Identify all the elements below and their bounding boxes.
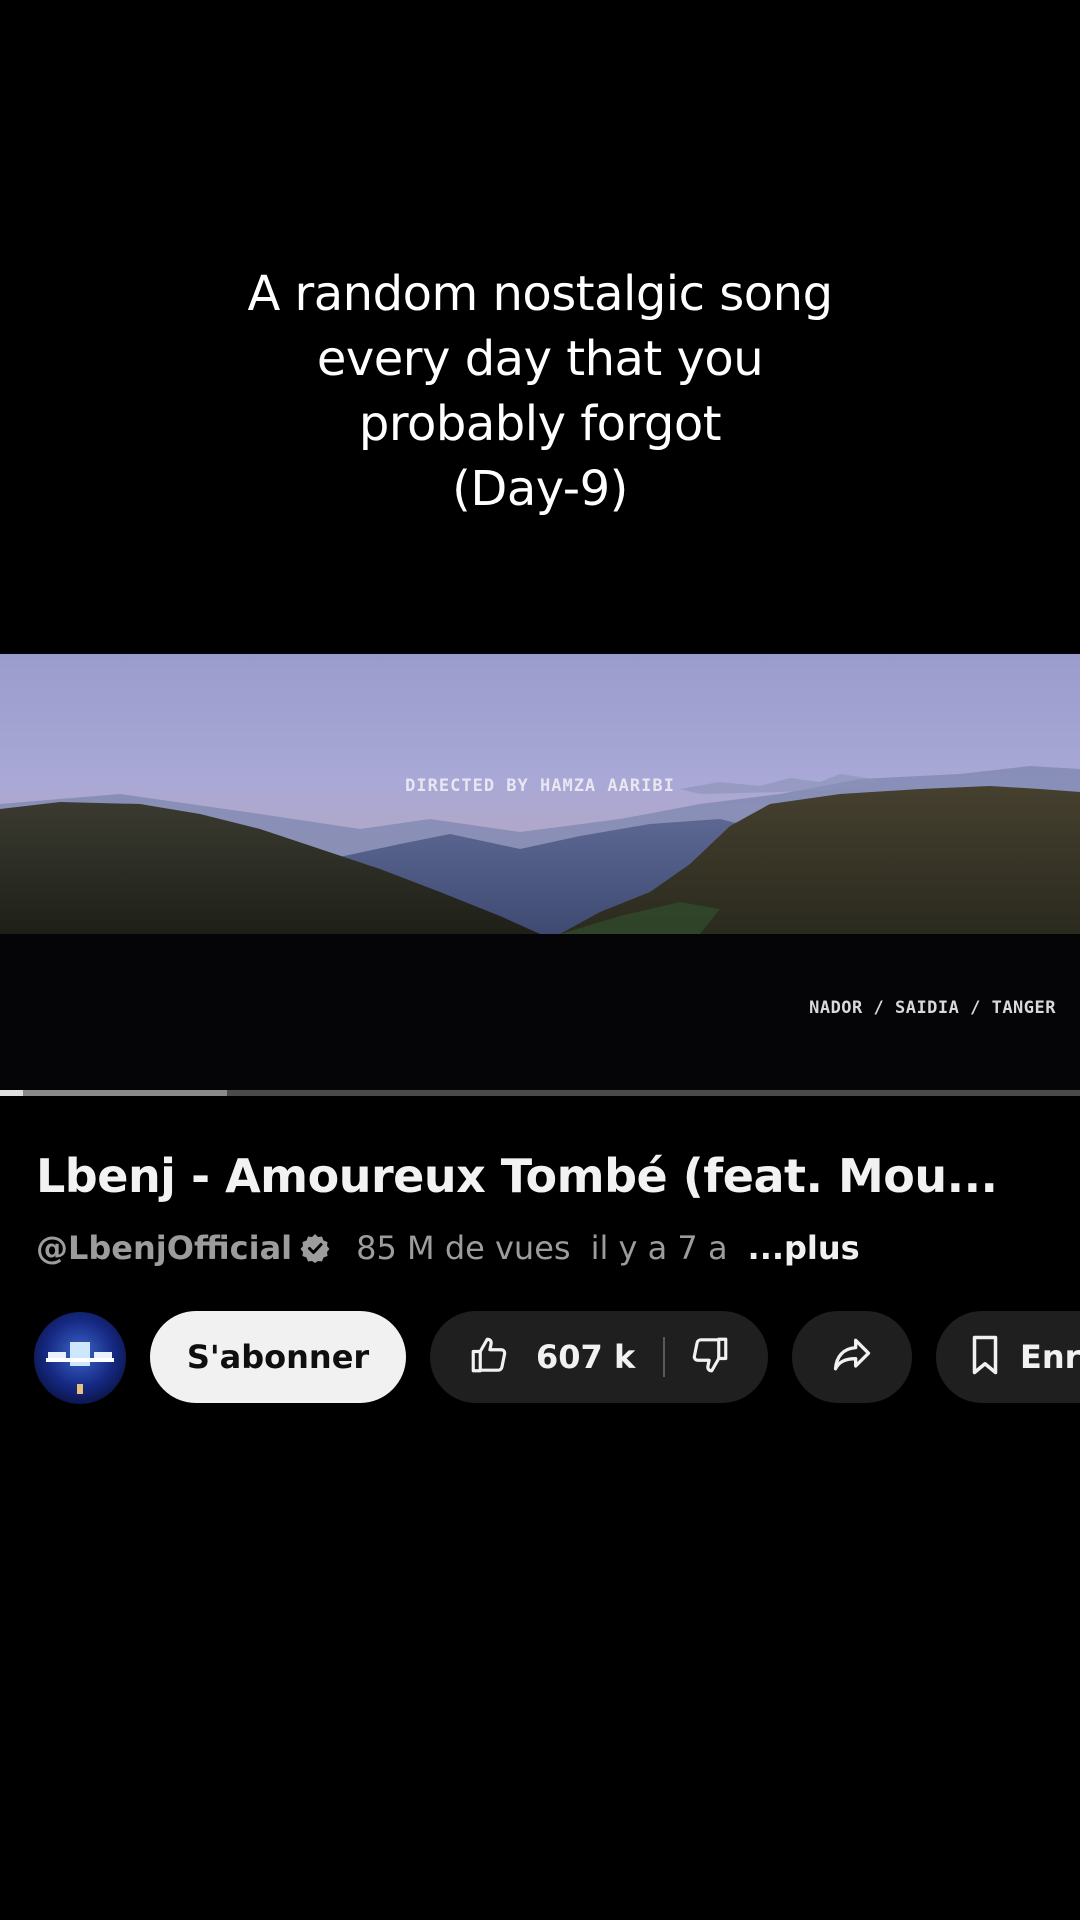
video-frame: DIRECTED BY HAMZA AARIBI	[0, 654, 1080, 934]
more-link[interactable]: ...plus	[748, 1229, 860, 1267]
director-credit: DIRECTED BY HAMZA AARIBI	[405, 776, 675, 796]
save-label: Enr	[1020, 1338, 1080, 1376]
caption-line-2: every day that you	[316, 331, 764, 387]
save-button[interactable]: Enr	[936, 1311, 1080, 1403]
video-meta[interactable]: @LbenjOfficial 85 M de vues il y a 7 a .…	[36, 1226, 860, 1270]
location-credit: NADOR / SAIDIA / TANGER	[809, 998, 1056, 1018]
like-count: 607 k	[536, 1338, 636, 1376]
share-icon	[830, 1333, 874, 1382]
caption-line-4: (Day-9)	[452, 461, 628, 517]
overlay-caption: A random nostalgic song every day that y…	[0, 262, 1080, 522]
channel-avatar[interactable]	[34, 1312, 126, 1404]
verified-icon	[300, 1233, 330, 1263]
thumb-down-icon	[689, 1334, 731, 1381]
caption-line-1: A random nostalgic song	[247, 266, 833, 322]
progress-buffered	[0, 1090, 227, 1096]
video-player[interactable]: DIRECTED BY HAMZA AARIBI NADOR / SAIDIA …	[0, 652, 1080, 1096]
thumb-up-icon	[468, 1334, 510, 1381]
view-count: 85 M de vues	[356, 1229, 571, 1267]
share-button[interactable]	[792, 1311, 912, 1403]
upload-age: il y a 7 a	[590, 1229, 728, 1267]
bookmark-icon	[966, 1334, 1004, 1381]
action-row: S'abonner 607 k Enr	[32, 1310, 1080, 1404]
channel-handle[interactable]: @LbenjOfficial	[36, 1229, 292, 1267]
caption-line-3: probably forgot	[358, 396, 722, 452]
dislike-button[interactable]	[665, 1311, 731, 1403]
subscribe-button[interactable]: S'abonner	[150, 1311, 406, 1403]
like-dislike-group: 607 k	[430, 1311, 768, 1403]
like-button[interactable]: 607 k	[430, 1311, 663, 1403]
progress-bar[interactable]	[0, 1090, 1080, 1096]
progress-played	[0, 1090, 23, 1096]
video-title[interactable]: Lbenj - Amoureux Tombé (feat. Mou...	[36, 1148, 1056, 1204]
